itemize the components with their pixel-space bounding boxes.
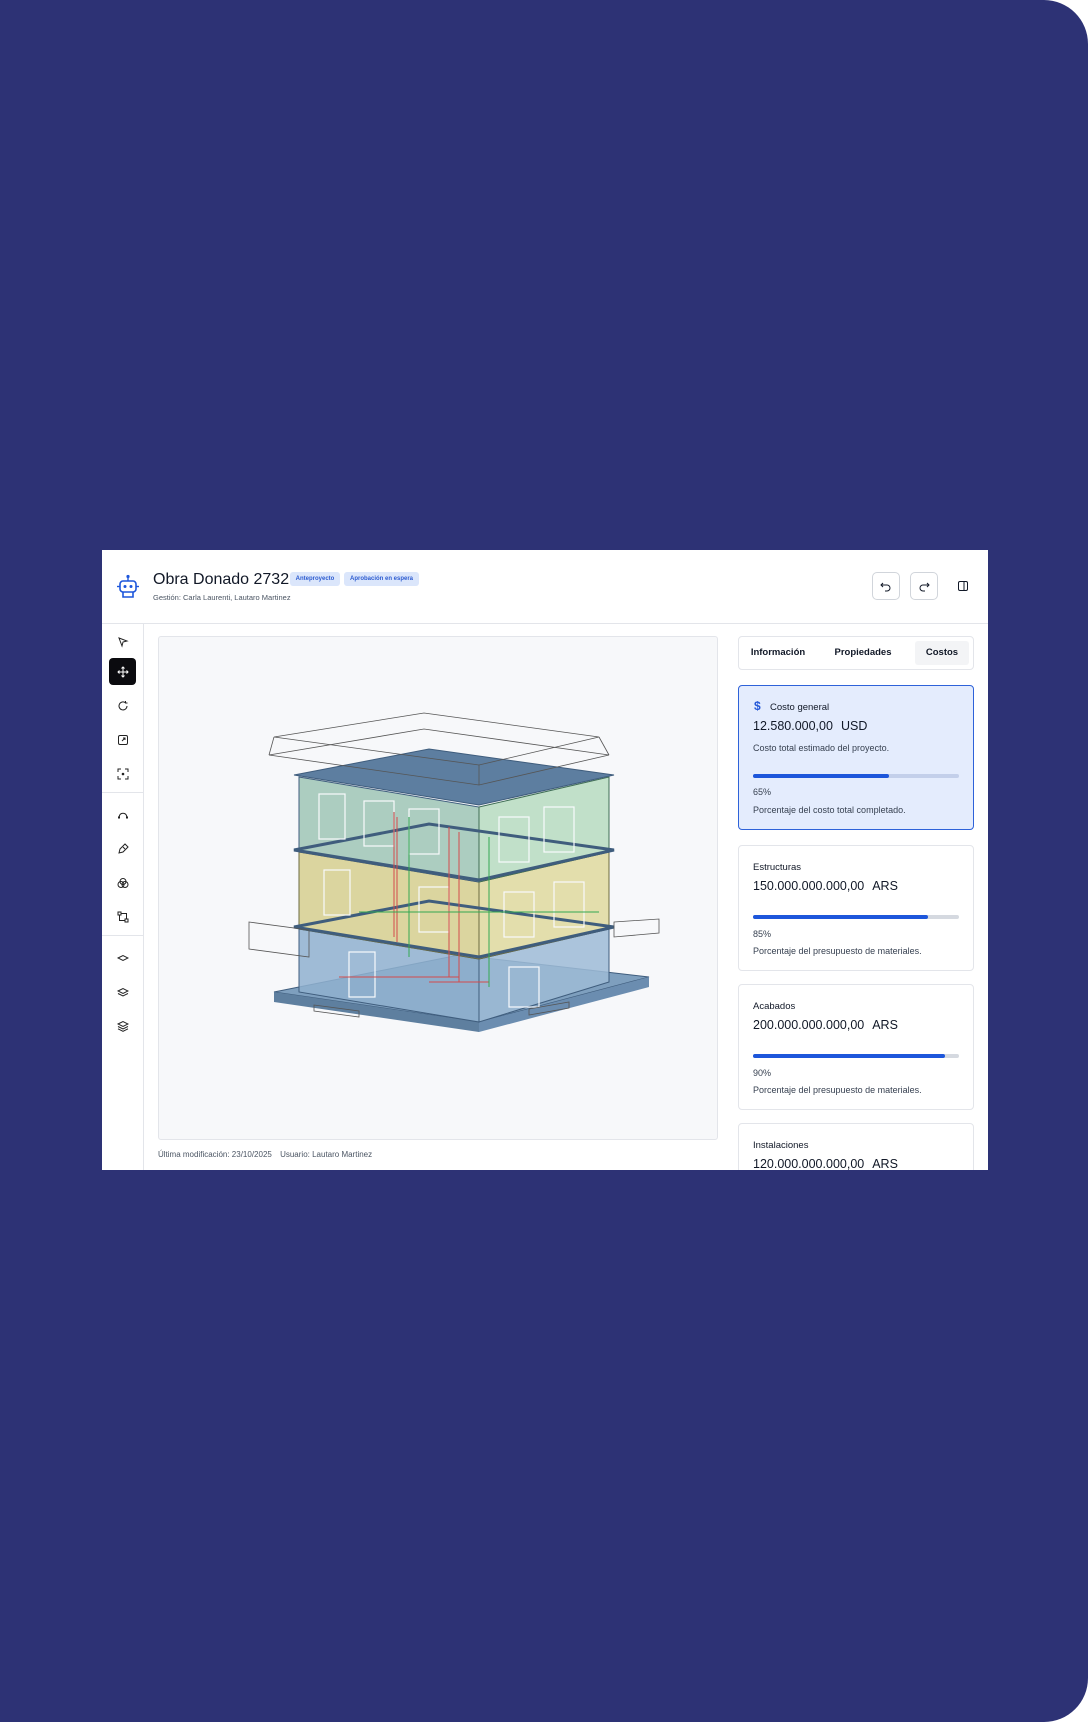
robot-logo-icon <box>117 574 139 598</box>
undo-icon <box>880 582 891 592</box>
page-title: Obra Donado 2732 <box>153 571 290 588</box>
focus-tool[interactable] <box>109 760 136 787</box>
card-label: Estructuras <box>753 862 802 873</box>
card-label: Acabados <box>753 1001 796 1012</box>
redo-icon <box>919 582 930 592</box>
progress-percent: 65% <box>753 787 772 797</box>
amount-value: 12.580.000,00 <box>753 719 833 733</box>
toolbar-divider <box>102 792 144 793</box>
cost-card-instalaciones[interactable]: Instalaciones 120.000.000.000,00 ARS <box>738 1123 974 1170</box>
status-badge-approval: Aprobación en espera <box>344 572 419 586</box>
transform-tool[interactable] <box>109 903 136 930</box>
building-model-icon <box>248 712 660 1032</box>
amount-currency: ARS <box>872 879 898 893</box>
layer-tool[interactable] <box>109 978 136 1005</box>
progress-bar <box>753 915 959 919</box>
toggle-panel-button[interactable] <box>949 572 977 600</box>
plane-tool[interactable] <box>109 944 136 971</box>
plane-icon <box>116 954 129 961</box>
progress-fill <box>753 774 889 778</box>
card-amount: 12.580.000,00 USD <box>753 719 867 733</box>
move-tool[interactable] <box>109 658 136 685</box>
amount-value: 200.000.000.000,00 <box>753 1018 865 1032</box>
status-badge-stage: Anteproyecto <box>290 572 340 586</box>
last-modified: Última modificación: 23/10/2025 <box>158 1150 272 1159</box>
layers-tool[interactable] <box>109 1012 136 1039</box>
progress-percent: 90% <box>753 1068 772 1078</box>
card-label: Instalaciones <box>753 1140 809 1151</box>
progress-description: Porcentaje del presupuesto de materiales… <box>753 1085 922 1095</box>
focus-icon <box>117 768 128 779</box>
path-tool[interactable] <box>109 801 136 828</box>
amount-value: 150.000.000.000,00 <box>753 879 865 893</box>
cost-general-card[interactable]: $ Costo general 12.580.000,00 USD Costo t… <box>738 685 974 830</box>
layer-icon <box>116 987 129 997</box>
card-amount: 120.000.000.000,00 ARS <box>753 1157 898 1170</box>
pen-tool[interactable] <box>109 835 136 862</box>
amount-currency: ARS <box>872 1018 898 1032</box>
cost-card-estructuras[interactable]: Estructuras 150.000.000.000,00 ARS 85% Po… <box>738 845 974 971</box>
toolbar-divider <box>102 935 144 936</box>
select-icon <box>117 636 129 648</box>
progress-bar <box>753 1054 959 1058</box>
management-subtitle: Gestión: Carla Laurenti, Lautaro Martine… <box>153 593 291 602</box>
path-icon <box>117 812 128 818</box>
app-window: Obra Donado 2732 Anteproyecto Aprobación… <box>102 550 988 1170</box>
progress-percent: 85% <box>753 929 772 939</box>
header: Obra Donado 2732 Anteproyecto Aprobación… <box>102 550 988 624</box>
panel-tabs: Información Propiedades Costos <box>738 636 974 670</box>
select-tool[interactable] <box>109 628 136 655</box>
move-icon <box>116 665 129 678</box>
redo-button[interactable] <box>910 572 938 600</box>
tab-informacion[interactable]: Información <box>743 641 813 665</box>
3d-viewport[interactable] <box>158 636 718 1140</box>
progress-description: Porcentaje del presupuesto de materiales… <box>753 946 922 956</box>
progress-description: Porcentaje del costo total completado. <box>753 805 906 815</box>
viewport-footer: Última modificación: 23/10/2025 Usuario:… <box>158 1150 378 1159</box>
amount-value: 120.000.000.000,00 <box>753 1157 865 1170</box>
boolean-icon <box>117 877 128 888</box>
card-label: Costo general <box>770 702 830 713</box>
tool-sidebar <box>102 624 144 1170</box>
undo-button[interactable] <box>872 572 900 600</box>
scale-tool[interactable] <box>109 726 136 753</box>
boolean-tool[interactable] <box>109 869 136 896</box>
sidebar-panel-icon <box>958 581 968 591</box>
layers-icon <box>116 1020 129 1032</box>
card-amount: 150.000.000.000,00 ARS <box>753 879 898 893</box>
scale-icon <box>117 734 128 745</box>
modified-by-user: Usuario: Lautaro Martinez <box>280 1150 373 1159</box>
pen-icon <box>117 842 129 854</box>
card-description: Costo total estimado del proyecto. <box>753 743 890 753</box>
cost-card-acabados[interactable]: Acabados 200.000.000.000,00 ARS 90% Porce… <box>738 984 974 1110</box>
dollar-icon: $ <box>754 699 761 713</box>
card-amount: 200.000.000.000,00 ARS <box>753 1018 898 1032</box>
amount-currency: ARS <box>872 1157 898 1170</box>
transform-icon <box>117 911 128 922</box>
progress-fill <box>753 1054 945 1058</box>
progress-bar <box>753 774 959 778</box>
rotate-tool[interactable] <box>109 692 136 719</box>
progress-fill <box>753 915 929 919</box>
tab-propiedades[interactable]: Propiedades <box>823 641 903 665</box>
tab-costos[interactable]: Costos <box>915 641 969 665</box>
rotate-icon <box>118 700 127 710</box>
amount-currency: USD <box>840 719 868 733</box>
